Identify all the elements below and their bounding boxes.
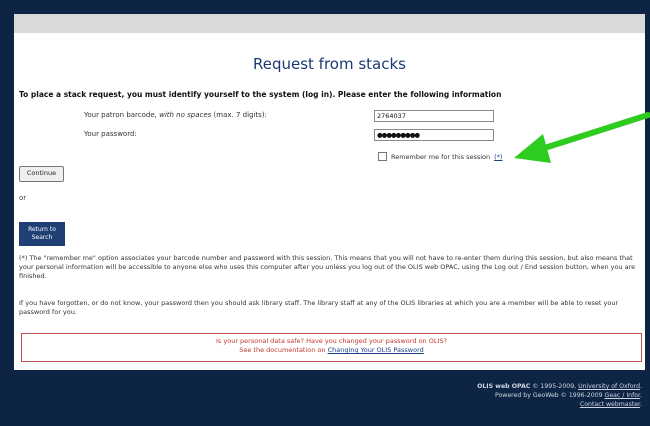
arrow-head bbox=[514, 134, 551, 163]
green-arrow-annotation bbox=[514, 112, 650, 163]
arrow-shaft bbox=[529, 112, 650, 155]
